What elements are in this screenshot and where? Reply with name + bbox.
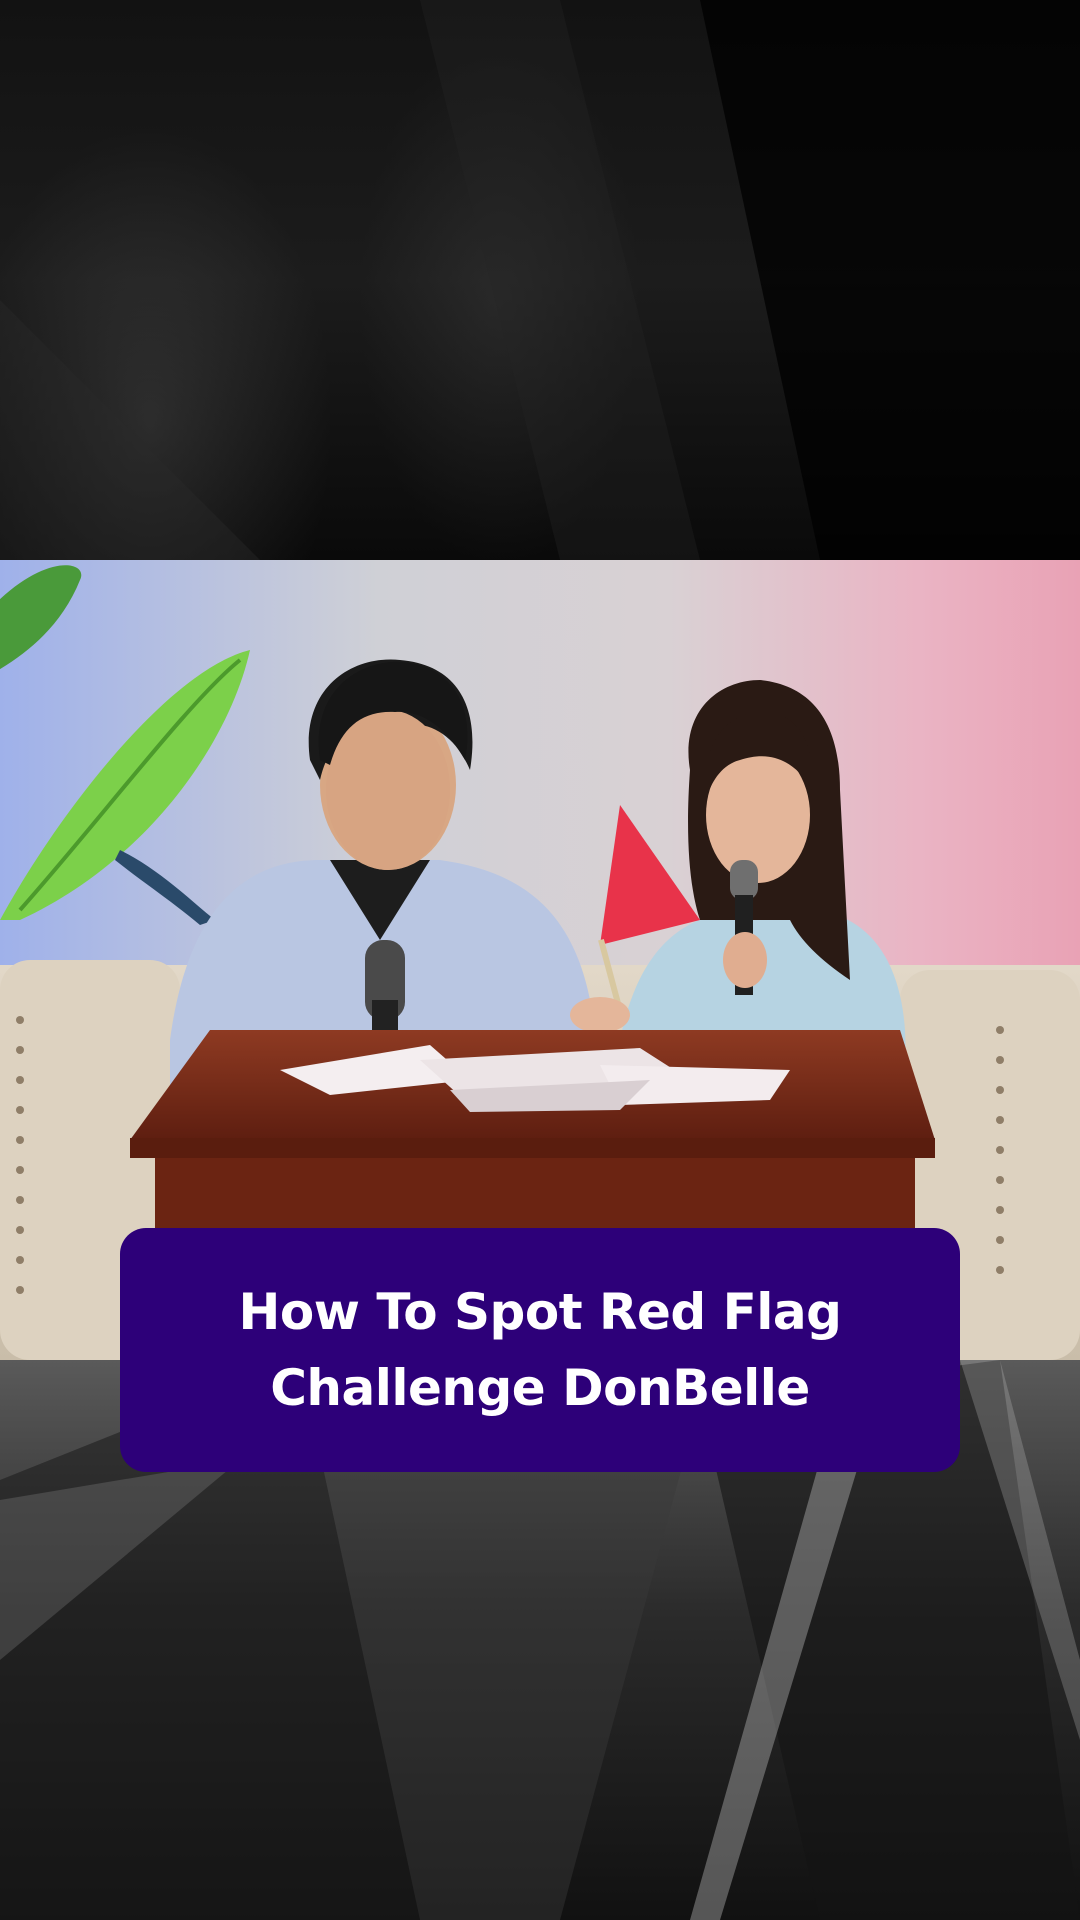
caption-card: How To Spot Red Flag Challenge DonBelle bbox=[120, 1228, 960, 1472]
caption-line-1: How To Spot Red Flag bbox=[238, 1283, 842, 1341]
video-post-screen: How To Spot Red Flag Challenge DonBelle bbox=[0, 0, 1080, 1920]
top-shards bbox=[0, 0, 1080, 560]
caption-line-2: Challenge DonBelle bbox=[270, 1359, 810, 1417]
top-background bbox=[0, 0, 1080, 560]
